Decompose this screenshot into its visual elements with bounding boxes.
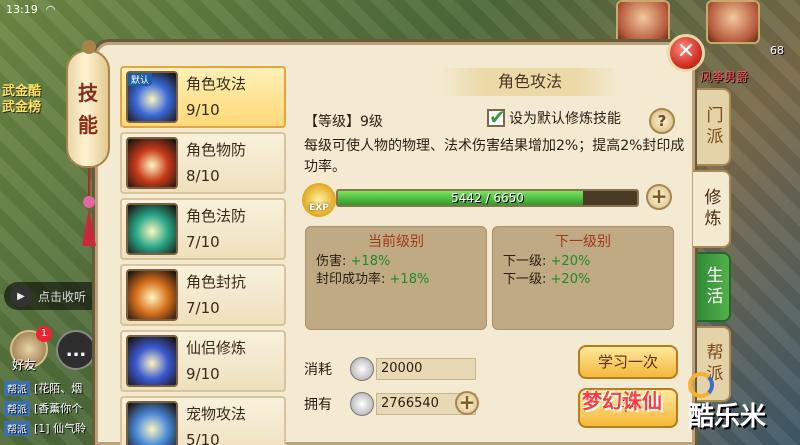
current-level-row: 封印成功率: +18%	[316, 271, 476, 289]
skill-level-text: 【等级】9级	[304, 114, 383, 130]
skill-pet-attack-icon	[126, 401, 178, 445]
default-tag: 默认	[128, 73, 153, 86]
skill-name: 角色封抗	[186, 273, 247, 291]
skill-name: 仙侣修炼	[186, 339, 247, 357]
cost-label: 消耗	[304, 362, 332, 378]
site-watermark: 酷乐米	[688, 402, 767, 432]
current-level-label: 封印成功率:	[316, 272, 386, 287]
next-level-label: 下一级:	[503, 272, 547, 287]
next-level-value: +20%	[550, 272, 591, 287]
skill-physical-defense-icon	[126, 137, 178, 189]
learn-once-button[interactable]: 学习一次	[578, 345, 678, 379]
skill-item-4[interactable]: 仙侣修炼 9/10	[120, 330, 286, 392]
skill-level: 7/10	[186, 233, 220, 251]
chat-line: 帮派 [花陌、烟	[4, 380, 82, 396]
default-skill-toggle[interactable]: 设为默认修炼技能	[487, 105, 621, 129]
next-level-value: +20%	[550, 254, 591, 269]
skill-level: 9/10	[186, 101, 220, 119]
current-level-value: +18%	[350, 254, 391, 269]
current-level-label: 伤害:	[316, 254, 347, 269]
chat-button[interactable]: ...	[56, 330, 96, 370]
voice-label: 点击收听	[38, 289, 87, 304]
skill-item-1[interactable]: 角色物防 8/10	[120, 132, 286, 194]
next-level-row: 下一级: +20%	[503, 253, 663, 271]
skill-attack-icon: 默认	[126, 71, 178, 123]
chat-tag: 帮派	[4, 420, 30, 436]
scene-text-2: 武金榜	[2, 100, 42, 115]
skill-item-2[interactable]: 角色法防 7/10	[120, 198, 286, 260]
skill-item-5[interactable]: 宠物攻法 5/10	[120, 396, 286, 445]
silver-coin-icon	[350, 357, 374, 381]
chat-line: 帮派 [1] 仙气聆	[4, 420, 86, 436]
close-button[interactable]: ✕	[667, 34, 705, 72]
player-portrait[interactable]	[616, 0, 670, 44]
portrait-level: 68	[770, 44, 784, 57]
skill-name: 宠物攻法	[186, 405, 247, 423]
cost-value: 20000	[376, 358, 476, 380]
tassel-ornament-icon	[82, 168, 96, 246]
current-level-box: 当前级别 伤害: +18% 封印成功率: +18%	[305, 226, 487, 330]
detail-title: 角色攻法	[440, 68, 620, 96]
own-label: 拥有	[304, 397, 332, 413]
skill-description: 每级可使人物的物理、法术伤害结果增加2%；提高2%封印成功率。	[304, 138, 685, 175]
skill-name: 角色攻法	[186, 75, 247, 93]
skill-companion-icon	[126, 335, 178, 387]
chat-text: [1] 仙气聆	[34, 422, 87, 435]
skill-seal-resist-icon	[126, 269, 178, 321]
silver-coin-icon	[350, 392, 374, 416]
watermark-logo-icon	[688, 372, 714, 398]
current-level-row: 伤害: +18%	[316, 253, 476, 271]
next-level-row: 下一级: +20%	[503, 271, 663, 289]
exp-text: 5442 / 6650	[451, 191, 524, 205]
chat-tag: 帮派	[4, 380, 30, 396]
next-level-label: 下一级:	[503, 254, 547, 269]
panel-title-scroll: 技 能	[66, 50, 110, 168]
next-level-box: 下一级别 下一级: +20% 下一级: +20%	[492, 226, 674, 330]
chat-tag: 帮派	[4, 400, 30, 416]
skill-level: 7/10	[186, 299, 220, 317]
scroll-title-char: 能	[78, 113, 98, 137]
play-icon: ▶	[10, 285, 32, 307]
scroll-title-char: 技	[78, 81, 98, 105]
current-level-title: 当前级别	[368, 234, 424, 250]
portrait-name: 风筝男爵	[700, 70, 749, 84]
cost-row: 消耗 20000	[304, 357, 476, 381]
tab-cultivation[interactable]: 修炼	[693, 170, 731, 248]
wifi-icon: ◠	[45, 2, 56, 16]
next-level-title: 下一级别	[555, 234, 611, 250]
help-button[interactable]: ?	[649, 108, 675, 134]
skill-level: 5/10	[186, 431, 220, 445]
chat-text: [花陌、烟	[34, 382, 83, 395]
game-logo: 梦幻诛仙	[582, 389, 662, 413]
tab-life[interactable]: 生活	[697, 252, 731, 322]
add-silver-button[interactable]: +	[455, 391, 479, 415]
default-checkbox[interactable]	[487, 105, 506, 129]
skill-level: 8/10	[186, 167, 220, 185]
skill-name: 角色物防	[186, 141, 247, 159]
exp-progress-bar: 5442 / 6650	[336, 189, 639, 207]
scroll-knob	[82, 40, 96, 54]
chat-line: 帮派 [香薰你个	[4, 400, 82, 416]
skill-level: 9/10	[186, 365, 220, 383]
tab-sect[interactable]: 门派	[697, 88, 731, 166]
exp-add-button[interactable]: +	[646, 184, 672, 210]
skill-magic-defense-icon	[126, 203, 178, 255]
own-row: 拥有 2766540	[304, 392, 476, 416]
status-bar: 13:19 ◠	[0, 0, 140, 18]
chat-text: [香薰你个	[34, 402, 83, 415]
companion-portrait[interactable]	[706, 0, 760, 44]
skill-name: 角色法防	[186, 207, 247, 225]
friend-label: 好友	[12, 358, 37, 372]
skill-list: 默认 角色攻法 9/10 角色物防 8/10 角色法防 7/10 角色封抗 7/…	[120, 66, 290, 445]
friend-badge: 1	[36, 326, 52, 342]
skill-item-0[interactable]: 默认 角色攻法 9/10	[120, 66, 286, 128]
default-checkbox-label: 设为默认修炼技能	[509, 111, 621, 127]
current-level-value: +18%	[389, 272, 430, 287]
skill-item-3[interactable]: 角色封抗 7/10	[120, 264, 286, 326]
exp-icon: EXP	[302, 183, 336, 217]
status-time: 13:19	[6, 2, 38, 16]
